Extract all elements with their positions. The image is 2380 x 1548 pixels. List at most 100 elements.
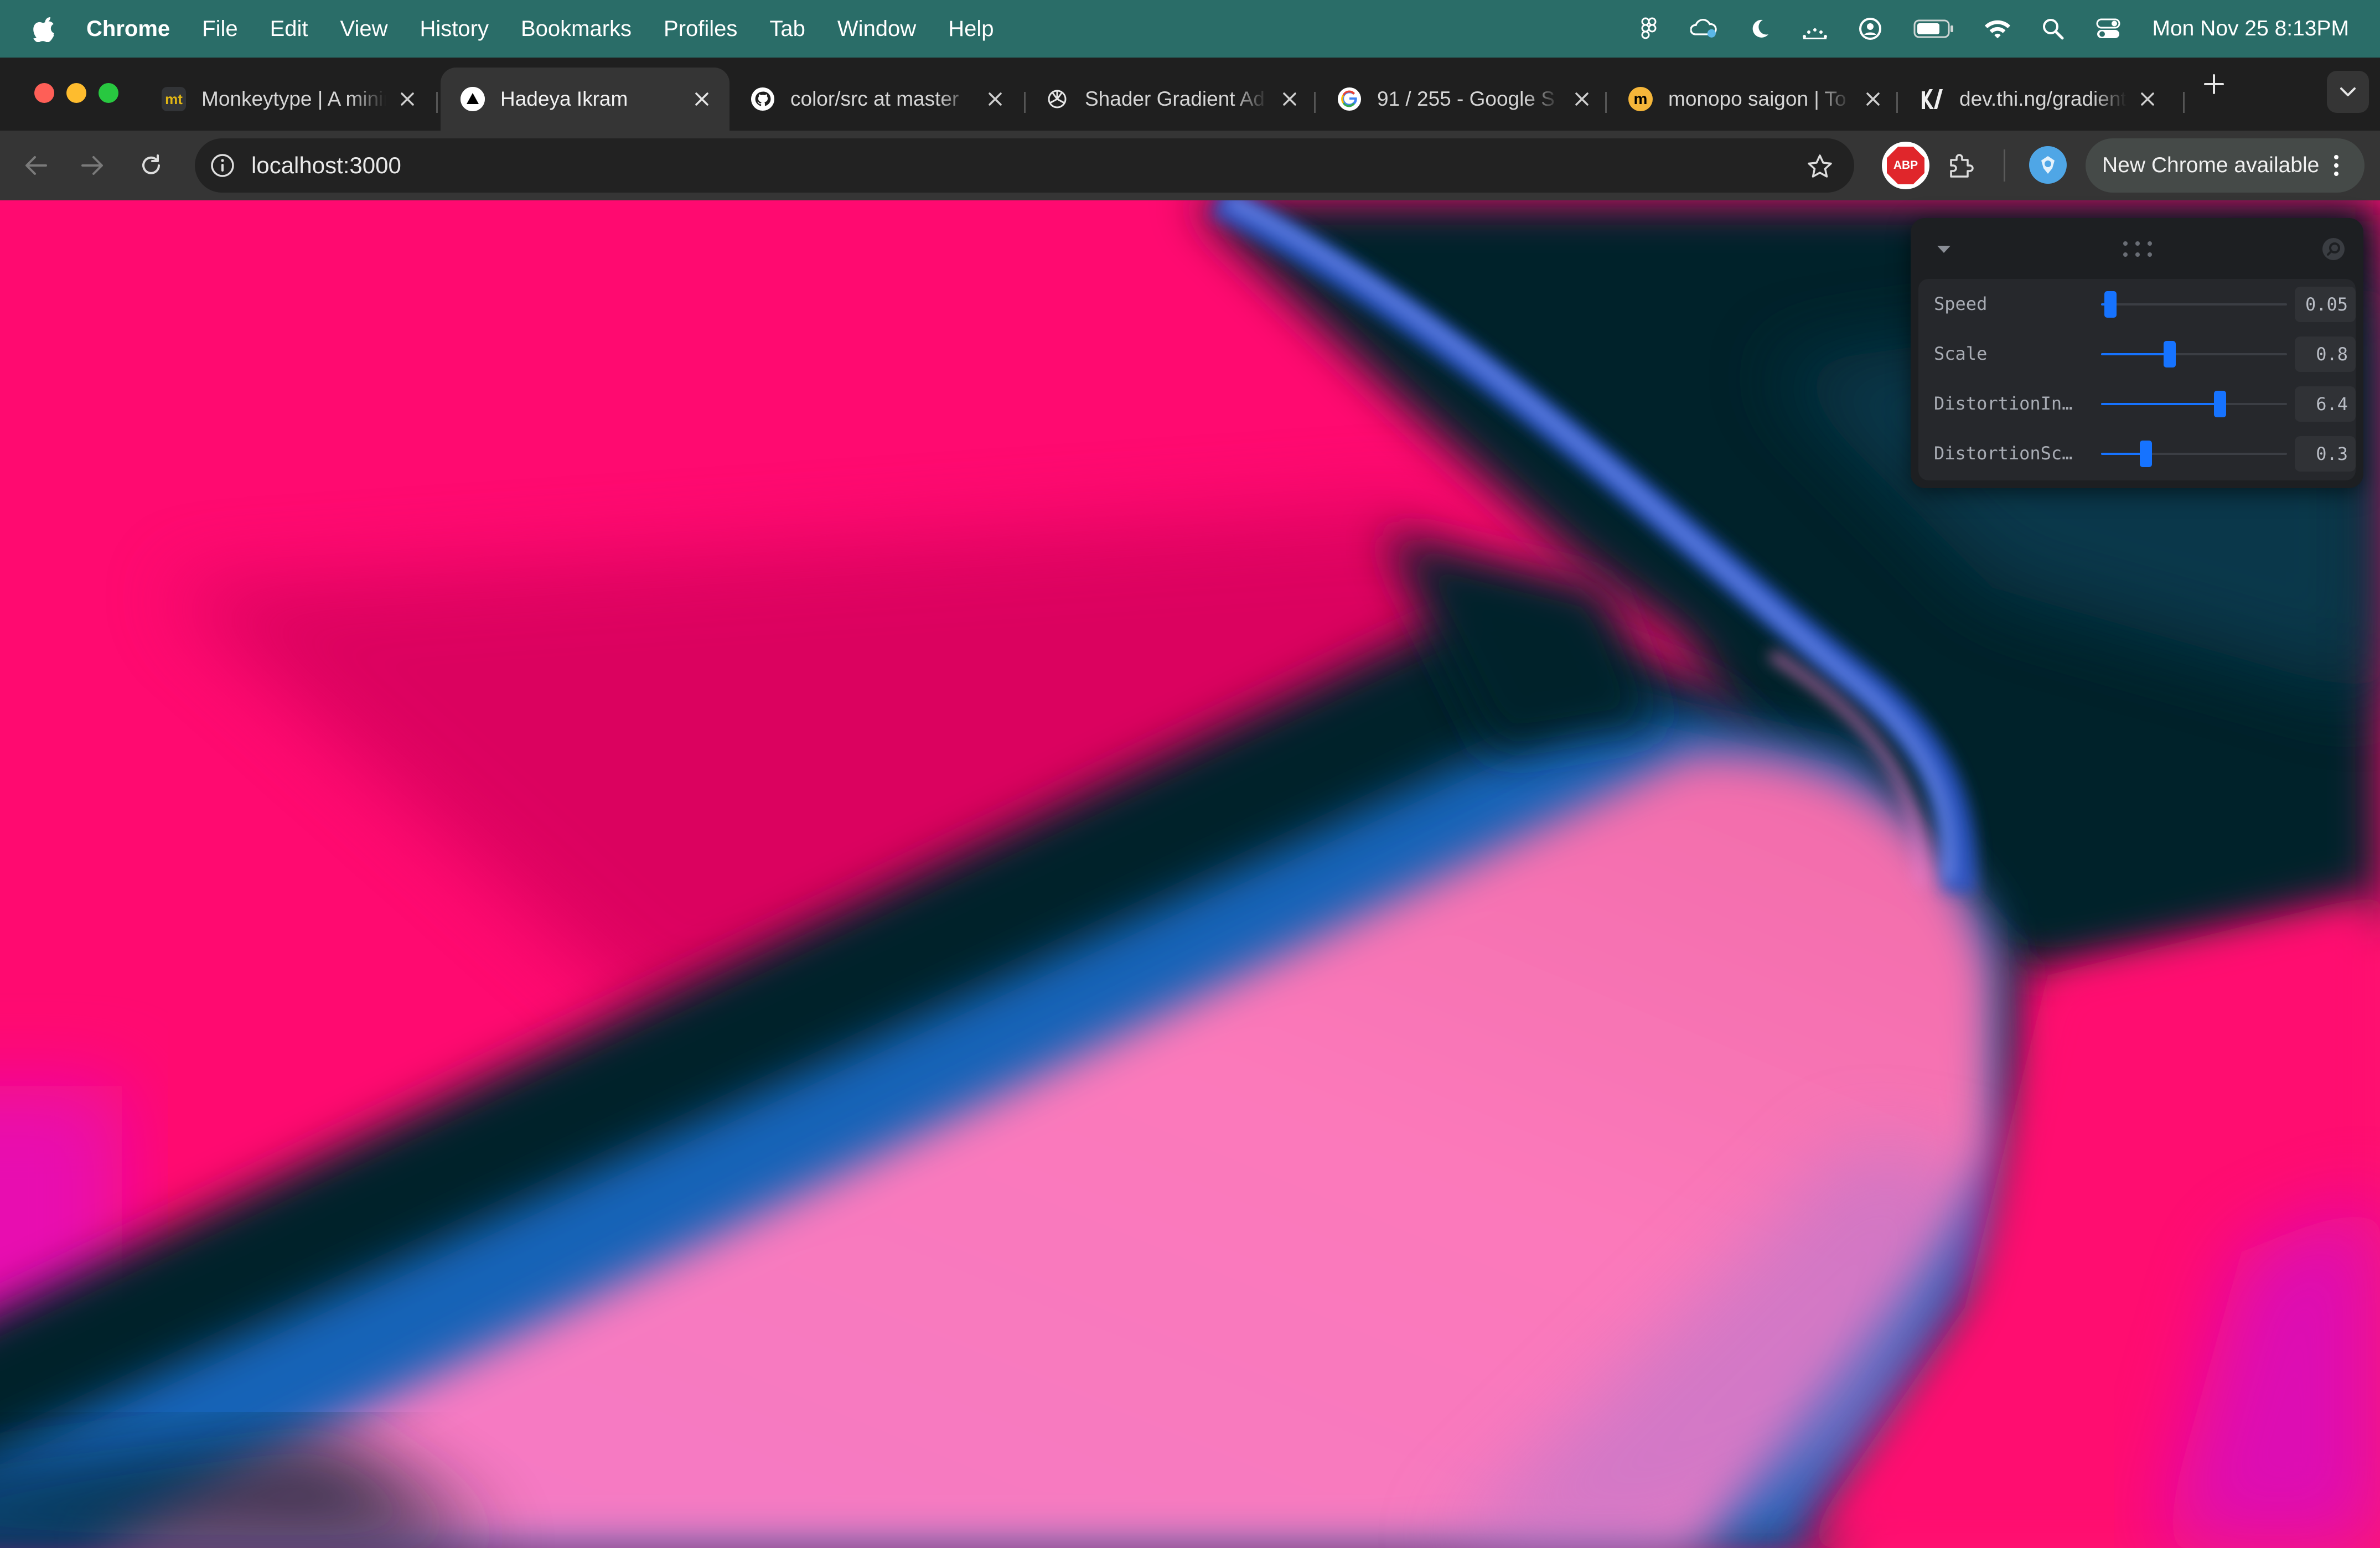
- tab-thi-ng-gradients[interactable]: dev.thi.ng/gradients: [1900, 68, 2175, 131]
- scale-value-input[interactable]: 0.8: [2295, 336, 2356, 372]
- site-info-icon[interactable]: [207, 150, 238, 181]
- distortion-scale-value-input[interactable]: 0.3: [2295, 436, 2356, 472]
- battery-icon[interactable]: [1912, 15, 1956, 43]
- apple-logo-icon[interactable]: [32, 14, 56, 43]
- tab-separator: [436, 92, 438, 113]
- slider-fill: [2101, 403, 2220, 405]
- menu-profiles[interactable]: Profiles: [664, 17, 737, 42]
- drag-handle-icon[interactable]: [2118, 237, 2157, 261]
- abp-badge: ABP: [1887, 147, 1924, 184]
- tab-search-button[interactable]: [2327, 71, 2369, 113]
- menu-app-name[interactable]: Chrome: [86, 17, 170, 42]
- tab-title: Monkeytype | A minimalistic typing test: [201, 87, 386, 111]
- macos-menu-bar: Chrome File Edit View History Bookmarks …: [0, 0, 2380, 58]
- tab-title: color/src at master: [790, 87, 974, 111]
- tab-separator: [1896, 92, 1898, 113]
- address-bar[interactable]: localhost:3000: [195, 138, 1854, 193]
- menu-tab[interactable]: Tab: [769, 17, 805, 42]
- cloud-sync-icon[interactable]: [1690, 15, 1718, 43]
- user-circle-icon[interactable]: [1856, 15, 1884, 43]
- tab-monkeytype[interactable]: mt Monkeytype | A minimalistic typing te…: [142, 68, 435, 131]
- chrome-toolbar: localhost:3000 ABP New Chrome available: [0, 131, 2380, 200]
- tab-shader-gradient[interactable]: Shader Gradient Ad: [1025, 68, 1317, 131]
- speed-control: Speed 0.05: [1918, 279, 2356, 329]
- tab-close-icon[interactable]: [1279, 88, 1301, 110]
- menu-bookmarks[interactable]: Bookmarks: [521, 17, 632, 42]
- more-options-icon[interactable]: [2322, 152, 2350, 179]
- slider-thumb[interactable]: [2214, 391, 2226, 417]
- menu-bar-status-area: Mon Nov 25 8:13PM: [1607, 0, 2349, 58]
- tab-title: monopo saigon | To: [1668, 87, 1852, 111]
- distortion-scale-slider[interactable]: [2101, 453, 2287, 455]
- collapse-caret-icon[interactable]: [1932, 237, 1956, 261]
- tab-title: dev.thi.ng/gradients: [1959, 87, 2127, 111]
- new-chrome-available-button[interactable]: New Chrome available: [2086, 138, 2365, 193]
- menu-help[interactable]: Help: [948, 17, 994, 42]
- adblock-plus-icon[interactable]: ABP: [1882, 142, 1929, 189]
- speed-slider[interactable]: [2101, 303, 2287, 306]
- control-center-icon[interactable]: [2094, 15, 2122, 43]
- openai-icon: [1045, 87, 1069, 111]
- control-label: Speed: [1934, 293, 2078, 314]
- tab-close-icon[interactable]: [691, 88, 713, 110]
- bookmark-star-icon[interactable]: [1804, 151, 1835, 182]
- forward-button[interactable]: [74, 147, 111, 184]
- reload-button[interactable]: [133, 147, 169, 184]
- controls-panel: Speed 0.05 Scale 0.8 DistortionIntensity…: [1911, 218, 2363, 488]
- tab-title: 91 / 255 - Google S: [1377, 87, 1561, 111]
- control-label: DistortionScale: [1934, 443, 2078, 464]
- search-icon[interactable]: [2039, 15, 2067, 43]
- tab-github-color[interactable]: color/src at master: [731, 68, 1023, 131]
- filter-search-icon[interactable]: [2319, 235, 2348, 263]
- menu-bar-clock[interactable]: Mon Nov 25 8:13PM: [2152, 17, 2349, 41]
- menu-edit[interactable]: Edit: [270, 17, 308, 42]
- back-button[interactable]: [18, 147, 54, 184]
- moon-icon[interactable]: [1746, 15, 1773, 43]
- control-label: Scale: [1934, 343, 2078, 364]
- distortion-scale-control: DistortionScale 0.3: [1918, 428, 2356, 478]
- slider-thumb[interactable]: [2140, 441, 2152, 467]
- distortion-intensity-control: DistortionIntensity 6.4: [1918, 379, 2356, 428]
- tab-title: Hadeya Ikram: [500, 87, 681, 111]
- menu-history[interactable]: History: [420, 17, 489, 42]
- toolbar-divider: [2004, 149, 2005, 182]
- tab-title: Shader Gradient Ad: [1085, 87, 1269, 111]
- brightness-icon[interactable]: [1801, 15, 1829, 43]
- wifi-icon[interactable]: [1984, 15, 2011, 43]
- distortion-intensity-slider[interactable]: [2101, 403, 2287, 405]
- monopo-favicon-icon: m: [1628, 87, 1653, 111]
- tab-close-icon[interactable]: [1571, 88, 1593, 110]
- scale-slider[interactable]: [2101, 353, 2287, 355]
- profile-avatar-icon[interactable]: [2029, 146, 2067, 184]
- speed-value-input[interactable]: 0.05: [2295, 287, 2356, 322]
- chrome-tab-strip: mt Monkeytype | A minimalistic typing te…: [0, 58, 2380, 131]
- distortion-intensity-value-input[interactable]: 6.4: [2295, 386, 2356, 422]
- tab-google-sheets[interactable]: 91 / 255 - Google S: [1317, 68, 1610, 131]
- panel-body: Speed 0.05 Scale 0.8 DistortionIntensity…: [1918, 279, 2356, 480]
- menu-view[interactable]: View: [340, 17, 388, 42]
- menu-file[interactable]: File: [202, 17, 237, 42]
- extensions-puzzle-icon[interactable]: [1943, 146, 1981, 185]
- tab-monopo-saigon[interactable]: m monopo saigon | To: [1608, 68, 1901, 131]
- tab-hadeya-ikram[interactable]: Hadeya Ikram: [441, 68, 729, 131]
- url-text[interactable]: localhost:3000: [251, 152, 401, 179]
- tab-close-icon[interactable]: [2136, 88, 2159, 110]
- slider-thumb[interactable]: [2164, 341, 2176, 367]
- window-zoom-button[interactable]: [99, 83, 118, 103]
- slider-fill: [2101, 353, 2170, 355]
- menu-window[interactable]: Window: [837, 17, 916, 42]
- tab-close-icon[interactable]: [1862, 88, 1884, 110]
- panel-header[interactable]: [1911, 218, 2363, 279]
- tab-separator: [2183, 92, 2185, 113]
- tab-close-icon[interactable]: [396, 88, 418, 110]
- google-icon: [1337, 87, 1362, 111]
- github-icon: [751, 87, 775, 111]
- figma-icon[interactable]: [1635, 15, 1663, 43]
- tab-separator: [1605, 92, 1607, 113]
- window-close-button[interactable]: [34, 83, 54, 103]
- window-minimize-button[interactable]: [66, 83, 86, 103]
- thing-logo-icon: [1919, 87, 1944, 111]
- slider-thumb[interactable]: [2104, 291, 2117, 318]
- new-tab-button[interactable]: [2197, 68, 2231, 101]
- tab-close-icon[interactable]: [984, 88, 1006, 110]
